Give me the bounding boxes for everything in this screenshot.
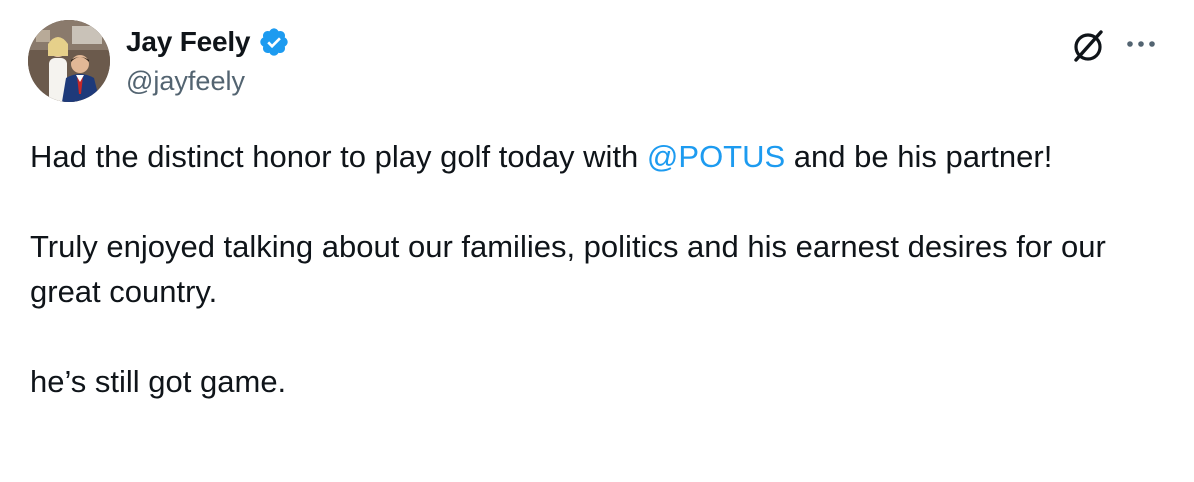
grok-icon[interactable] [1068, 26, 1108, 66]
verified-badge-icon[interactable] [258, 26, 290, 58]
tweet-paragraph-1: Had the distinct honor to play golf toda… [30, 134, 1160, 179]
tweet-paragraph-2: Truly enjoyed talking about our families… [30, 229, 1106, 309]
tweet-text: Had the distinct honor to play golf toda… [30, 134, 1160, 404]
mention-link-potus[interactable]: @POTUS [647, 139, 785, 174]
avatar[interactable] [28, 20, 110, 102]
tweet-card: Jay Feely @jayfeely Had the distinct hon… [0, 0, 1194, 482]
author-name-row: Jay Feely [126, 26, 290, 58]
tweet-text-segment: and be his partner! [785, 139, 1053, 174]
avatar-photo [28, 20, 110, 102]
author-handle[interactable]: @jayfeely [126, 66, 245, 97]
tweet-text-segment: Had the distinct honor to play golf toda… [30, 139, 647, 174]
tweet-paragraph-3: he’s still got game. [30, 364, 287, 399]
author-display-name[interactable]: Jay Feely [126, 26, 250, 58]
more-options-icon[interactable] [1124, 30, 1158, 60]
